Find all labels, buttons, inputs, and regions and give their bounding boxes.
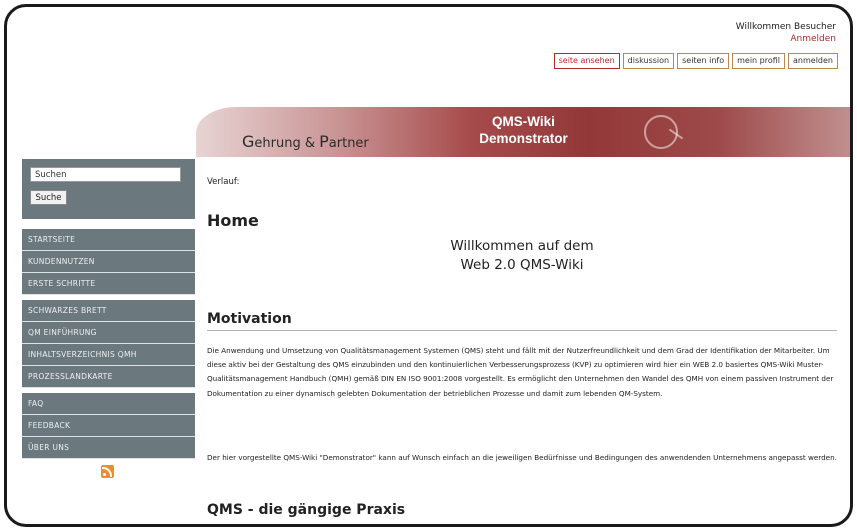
motivation-paragraph-1: Die Anwendung und Umsetzung von Qualität… [207,346,834,398]
nav-item-qm-einfuehrung[interactable]: QM EINFÜHRUNG [22,322,195,344]
section-divider [207,330,837,331]
welcome-heading-line2: Web 2.0 QMS-Wiki [460,257,584,273]
rss-feed-icon[interactable] [101,465,114,478]
browser-frame: Willkommen Besucher Anmelden seite anseh… [4,4,853,527]
nav-item-startseite[interactable]: STARTSEITE [22,229,195,251]
sidebar: Suche STARTSEITE KUNDENNUTZEN ERSTE SCHR… [22,159,195,524]
nav-item-inhaltsverzeichnis[interactable]: INHALTSVERZEICHNIS QMH [22,344,195,366]
login-link[interactable]: Anmelden [736,33,836,45]
nav-group-content: SCHWARZES BRETT QM EINFÜHRUNG INHALTSVER… [22,300,195,388]
nav-item-feedback[interactable]: FEEDBACK [22,415,195,437]
tab-login[interactable]: anmelden [788,53,838,69]
welcome-text: Willkommen Besucher [735,22,836,32]
search-panel: Suche [22,159,195,219]
nav-item-prozesslandkarte[interactable]: PROZESSLANDKARTE [22,366,195,388]
nav-group-main: STARTSEITE KUNDENNUTZEN ERSTE SCHRITTE [22,229,195,295]
site-title-line1: QMS-Wiki [492,114,555,129]
history-link[interactable]: Verlauf: [207,177,239,187]
tab-my-profile[interactable]: mein profil [732,53,786,69]
welcome-heading-line1: Willkommen auf dem [450,238,594,254]
welcome-heading: Willkommen auf dem Web 2.0 QMS-Wiki [417,237,627,275]
nav-item-ueber-uns[interactable]: ÜBER UNS [22,437,195,459]
site-title-line2: Demonstrator [479,131,568,146]
page-title: Home [207,211,259,230]
main-content: Verlauf: Home Willkommen auf dem Web 2.0… [207,159,849,524]
nav-item-faq[interactable]: FAQ [22,393,195,415]
q-logo-icon [644,115,678,149]
user-box: Willkommen Besucher Anmelden [736,21,836,45]
section-title-praxis: QMS - die gängige Praxis [207,502,406,518]
brand-logo-text[interactable]: Gehrung & Partner [242,132,369,151]
section-title-motivation: Motivation [207,311,292,327]
motivation-paragraph-2: Der hier vorgestellte QMS-Wiki "Demonstr… [207,453,837,462]
site-title: QMS-Wiki Demonstrator [446,113,601,147]
header-banner: Gehrung & Partner QMS-Wiki Demonstrator [196,107,850,157]
tab-discussion[interactable]: diskussion [622,53,675,69]
nav-item-kundennutzen[interactable]: KUNDENNUTZEN [22,251,195,273]
nav-item-schwarzes-brett[interactable]: SCHWARZES BRETT [22,300,195,322]
nav-item-erste-schritte[interactable]: ERSTE SCHRITTE [22,273,195,295]
tab-page-info[interactable]: seiten info [677,53,730,69]
nav-group-info: FAQ FEEDBACK ÜBER UNS [22,393,195,459]
page-tabs: seite ansehen diskussion seiten info mei… [553,53,838,69]
tab-view-page[interactable]: seite ansehen [553,53,620,69]
search-input[interactable] [30,167,181,182]
search-button[interactable]: Suche [30,190,67,205]
